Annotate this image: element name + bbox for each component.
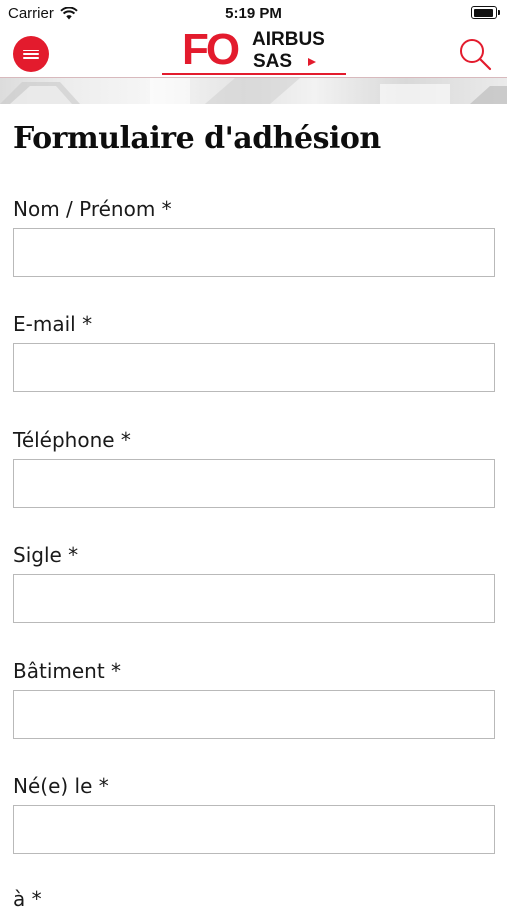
logo-airbus-text: AIRBUS <box>252 29 325 50</box>
field-label: à * <box>13 887 42 911</box>
status-bar: Carrier 5:19 PM <box>0 0 507 28</box>
hamburger-menu-icon <box>23 49 39 59</box>
menu-button[interactable] <box>13 36 49 72</box>
field-nom-prenom: Nom / Prénom * <box>13 196 495 277</box>
field-batiment: Bâtiment * <box>13 658 495 739</box>
logo-underline <box>162 73 346 75</box>
page-title: Formulaire d'adhésion <box>13 121 381 156</box>
field-sigle: Sigle * <box>13 542 495 623</box>
field-label: Bâtiment * <box>13 659 122 683</box>
field-label: Sigle * <box>13 543 79 567</box>
field-label: Téléphone * <box>13 428 131 452</box>
banner-texture <box>0 78 507 104</box>
field-lieu-naissance: à * <box>13 886 495 912</box>
status-time: 5:19 PM <box>225 5 282 22</box>
sigle-input[interactable] <box>13 574 495 623</box>
field-label: Nom / Prénom * <box>13 197 172 221</box>
search-button[interactable] <box>456 36 496 72</box>
telephone-input[interactable] <box>13 459 495 508</box>
fo-airbus-logo[interactable]: FO AIRBUS SAS <box>162 28 346 76</box>
field-date-naissance: Né(e) le * <box>13 773 495 854</box>
magnifier-search-icon <box>460 39 492 71</box>
nom-prenom-input[interactable] <box>13 228 495 277</box>
field-label: Né(e) le * <box>13 774 109 798</box>
logo-fo-text: FO <box>182 25 240 74</box>
field-email: E-mail * <box>13 311 495 392</box>
play-arrow-icon <box>308 58 316 66</box>
date-naissance-input[interactable] <box>13 805 495 854</box>
email-input[interactable] <box>13 343 495 392</box>
batiment-input[interactable] <box>13 690 495 739</box>
field-label: E-mail * <box>13 312 93 336</box>
field-telephone: Téléphone * <box>13 427 495 508</box>
battery-icon <box>471 6 500 19</box>
header-banner-image <box>0 78 507 104</box>
logo-sas-text: SAS <box>253 51 293 72</box>
